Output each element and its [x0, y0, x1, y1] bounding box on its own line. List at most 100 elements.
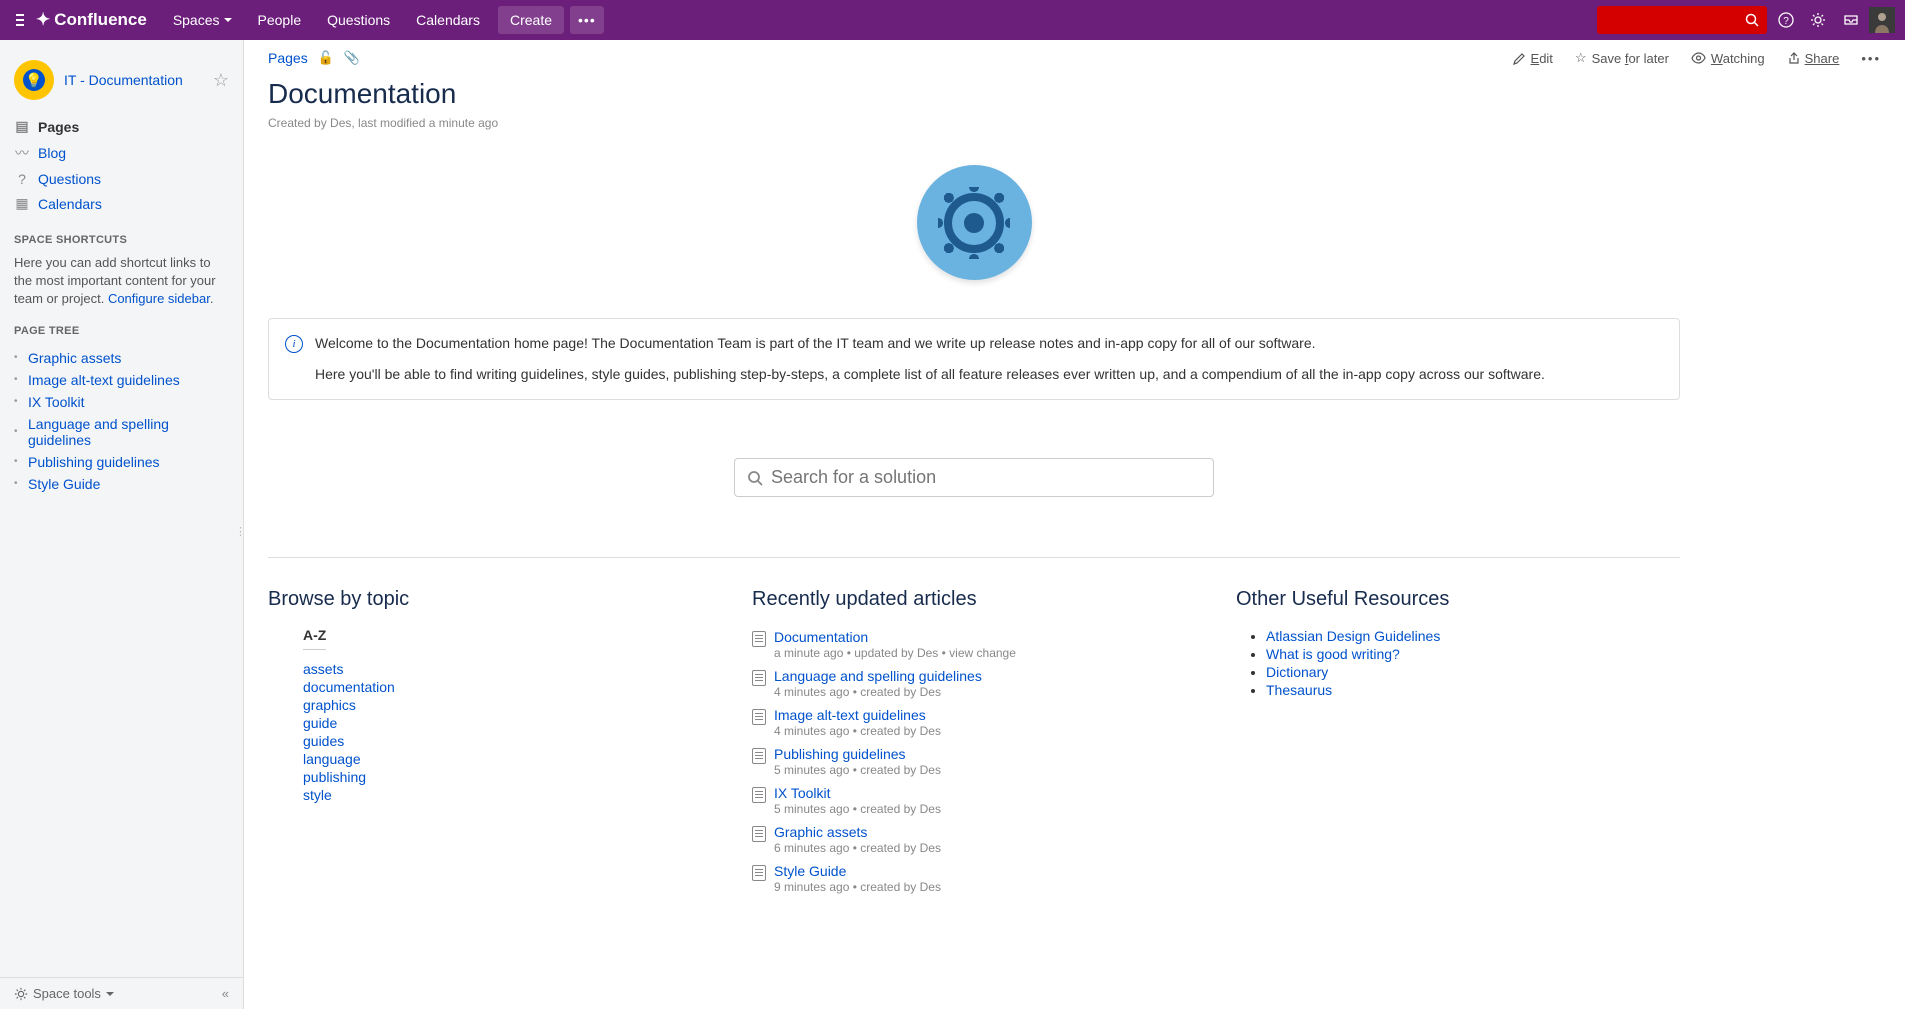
page-header-bar: Pages 🔓 📎 Edit ☆ Save for later Watching: [244, 40, 1905, 76]
share-icon: [1787, 52, 1800, 65]
recent-meta: 5 minutes ago • created by Des: [774, 802, 941, 816]
star-icon: ☆: [1575, 50, 1587, 66]
nav-spaces[interactable]: Spaces: [161, 4, 244, 36]
tree-item[interactable]: Language and spelling guidelines: [14, 413, 229, 451]
solution-search-box[interactable]: [734, 458, 1214, 497]
create-more-button[interactable]: •••: [570, 6, 604, 34]
resource-link[interactable]: Dictionary: [1266, 664, 1328, 680]
recent-link[interactable]: Image alt-text guidelines: [774, 707, 926, 723]
app-switcher-icon[interactable]: [10, 14, 30, 26]
page-meta: Created by Des, last modified a minute a…: [268, 116, 1680, 130]
topic-link[interactable]: guides: [303, 733, 344, 749]
tree-item[interactable]: Style Guide: [14, 473, 229, 495]
profile-menu[interactable]: [1871, 8, 1895, 32]
create-button[interactable]: Create: [498, 6, 564, 34]
resource-link[interactable]: Atlassian Design Guidelines: [1266, 628, 1440, 644]
space-logo[interactable]: 💡: [14, 60, 54, 100]
topic-link[interactable]: graphics: [303, 697, 356, 713]
tree-item[interactable]: Graphic assets: [14, 347, 229, 369]
gear-illustration: [944, 193, 1004, 253]
logo-text: Confluence: [54, 10, 147, 30]
sidebar-footer: Space tools «: [0, 977, 243, 1009]
recent-link[interactable]: Documentation: [774, 629, 868, 645]
breadcrumbs: Pages 🔓 📎: [268, 50, 360, 66]
edit-button[interactable]: Edit: [1513, 51, 1553, 66]
three-column-layout: Browse by topic A-Z assets documentation…: [268, 588, 1680, 900]
header-right: ?: [1597, 6, 1895, 34]
tree-item[interactable]: Publishing guidelines: [14, 451, 229, 473]
recent-meta: 5 minutes ago • created by Des: [774, 763, 941, 777]
recent-item: Image alt-text guidelines4 minutes ago •…: [752, 705, 1196, 744]
pages-icon: ▤: [14, 118, 30, 135]
topic-link[interactable]: documentation: [303, 679, 395, 695]
collapse-sidebar-button[interactable]: «: [222, 986, 229, 1001]
sidebar-item-questions[interactable]: ? Questions: [14, 167, 229, 191]
tree-item[interactable]: Image alt-text guidelines: [14, 369, 229, 391]
recent-item: Documentationa minute ago • updated by D…: [752, 627, 1196, 666]
info-paragraph: Here you'll be able to find writing guid…: [315, 364, 1545, 385]
topic-link[interactable]: language: [303, 751, 361, 767]
configure-sidebar-link[interactable]: Configure sidebar: [108, 291, 210, 306]
page-icon: [752, 826, 766, 842]
unlock-icon[interactable]: 🔓: [318, 50, 334, 66]
recent-link[interactable]: Language and spelling guidelines: [774, 668, 982, 684]
sidebar-item-blog[interactable]: 〰 Blog: [14, 139, 229, 167]
recent-item: Graphic assets6 minutes ago • created by…: [752, 822, 1196, 861]
nav-questions[interactable]: Questions: [315, 4, 402, 36]
help-icon: ?: [1778, 12, 1794, 28]
save-for-later-button[interactable]: ☆ Save for later: [1575, 50, 1669, 66]
topic-link[interactable]: guide: [303, 715, 337, 731]
shortcuts-description: Here you can add shortcut links to the m…: [0, 252, 243, 311]
settings-menu[interactable]: [1807, 8, 1831, 32]
page-icon: [752, 631, 766, 647]
recent-link[interactable]: Style Guide: [774, 863, 846, 879]
recent-meta: 4 minutes ago • created by Des: [774, 685, 982, 699]
tree-item[interactable]: IX Toolkit: [14, 391, 229, 413]
svg-text:?: ?: [1783, 16, 1789, 27]
help-menu[interactable]: ?: [1775, 8, 1799, 32]
recent-item: Publishing guidelines5 minutes ago • cre…: [752, 744, 1196, 783]
confluence-logo[interactable]: ✦ Confluence: [36, 10, 147, 30]
notifications[interactable]: [1839, 8, 1863, 32]
space-tools-menu[interactable]: Space tools: [14, 986, 114, 1001]
resize-handle[interactable]: ⋮: [235, 525, 246, 538]
chevron-down-icon: [106, 992, 114, 996]
space-header: 💡 IT - Documentation ☆: [0, 50, 243, 110]
attachment-icon[interactable]: 📎: [344, 50, 360, 66]
recent-link[interactable]: Publishing guidelines: [774, 746, 906, 762]
column-heading: Other Useful Resources: [1236, 588, 1680, 611]
recent-link[interactable]: IX Toolkit: [774, 785, 831, 801]
more-actions-button[interactable]: •••: [1861, 51, 1881, 66]
resources-column: Other Useful Resources Atlassian Design …: [1236, 588, 1680, 900]
nav-calendars[interactable]: Calendars: [404, 4, 492, 36]
pencil-icon: [1513, 52, 1526, 65]
space-title-link[interactable]: IT - Documentation: [64, 72, 203, 88]
global-search[interactable]: [1597, 6, 1767, 34]
shortcuts-heading: SPACE SHORTCUTS: [0, 220, 243, 252]
resource-link[interactable]: What is good writing?: [1266, 646, 1400, 662]
info-panel: i Welcome to the Documentation home page…: [268, 318, 1680, 400]
hero-image: [268, 130, 1680, 300]
solution-search-input[interactable]: [771, 467, 1201, 488]
sidebar-item-pages[interactable]: ▤ Pages: [14, 114, 229, 139]
star-icon[interactable]: ☆: [213, 70, 229, 91]
recent-link[interactable]: Graphic assets: [774, 824, 867, 840]
share-button[interactable]: Share: [1787, 51, 1840, 66]
recent-item: Language and spelling guidelines4 minute…: [752, 666, 1196, 705]
topic-link[interactable]: style: [303, 787, 332, 803]
avatar: [1869, 7, 1895, 33]
gear-icon: [14, 987, 28, 1001]
sidebar-item-calendars[interactable]: ▦ Calendars: [14, 191, 229, 216]
topic-link[interactable]: publishing: [303, 769, 366, 785]
topic-link[interactable]: assets: [303, 661, 343, 677]
watching-button[interactable]: Watching: [1691, 51, 1765, 66]
nav-people[interactable]: People: [246, 4, 314, 36]
recent-item: IX Toolkit5 minutes ago • created by Des: [752, 783, 1196, 822]
gear-icon: [1810, 12, 1826, 28]
recent-meta: 6 minutes ago • created by Des: [774, 841, 941, 855]
inbox-icon: [1843, 12, 1859, 28]
breadcrumb-pages[interactable]: Pages: [268, 50, 308, 66]
resource-link[interactable]: Thesaurus: [1266, 682, 1332, 698]
page-icon: [752, 865, 766, 881]
topic-list: assets documentation graphics guide guid…: [303, 660, 712, 804]
